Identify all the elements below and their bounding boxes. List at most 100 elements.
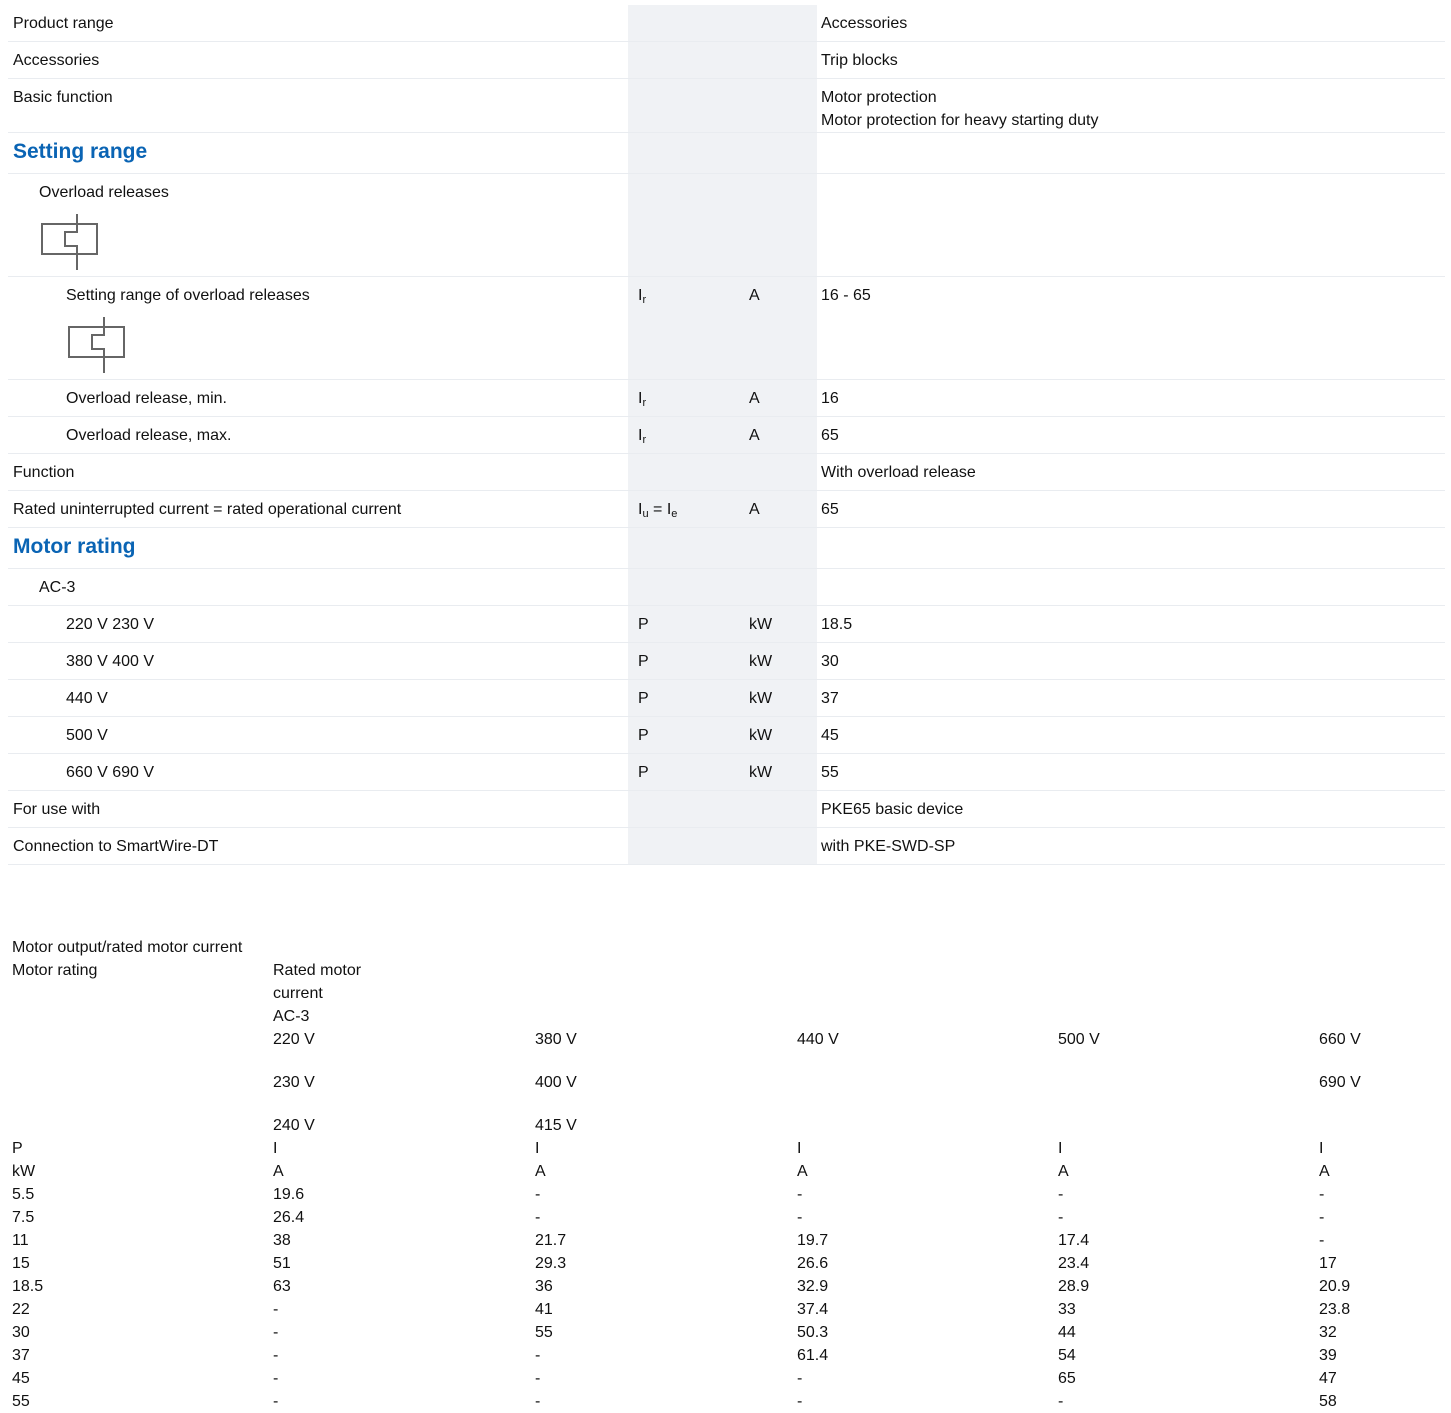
voltage-header: 400 V — [535, 1074, 577, 1091]
spec-row-product-range: Product range Accessories — [8, 5, 1445, 42]
table-cell: 7.5 — [12, 1209, 35, 1226]
spec-value: 30 — [817, 642, 1445, 680]
spec-row-rating: 220 V 230 V P kW 18.5 — [8, 605, 1445, 643]
spec-label: Setting range of overload releases — [8, 276, 628, 380]
table-cell: 50.3 — [797, 1324, 829, 1341]
spec-unit: kW — [741, 753, 817, 791]
spec-symbol: Iu = Ie — [628, 490, 741, 528]
table-cell: 55 — [12, 1393, 30, 1410]
table-cell: - — [797, 1370, 803, 1387]
table-row: 7.5 26.4 - - - - — [12, 1206, 1444, 1229]
table-cell: 63 — [273, 1278, 291, 1295]
table-cell: 45 — [12, 1370, 30, 1387]
spec-symbol: P — [628, 679, 741, 717]
table-cell: 5.5 — [12, 1186, 35, 1203]
symbol-cell: I — [797, 1140, 802, 1157]
spec-label: AC-3 — [8, 568, 628, 606]
spec-row-function: Function With overload release — [8, 453, 1445, 491]
spec-label: 440 V — [8, 679, 628, 717]
motor-table-voltage-row: 230 V 400 V 690 V — [12, 1071, 1444, 1094]
symbol-cell: I — [535, 1140, 540, 1157]
table-cell: 11 — [12, 1232, 29, 1249]
table-cell: - — [273, 1347, 279, 1364]
table-row: 15 51 29.3 26.6 23.4 17 — [12, 1252, 1444, 1275]
spec-value-line: Motor protection — [821, 89, 937, 106]
spec-value: 65 — [817, 490, 1445, 528]
unit-cell: A — [535, 1163, 546, 1180]
spec-unit: A — [741, 490, 817, 528]
table-cell: 28.9 — [1058, 1278, 1090, 1295]
table-cell: - — [535, 1209, 541, 1226]
table-cell: 65 — [1058, 1370, 1076, 1387]
spec-value: 45 — [817, 716, 1445, 754]
spec-row-rating: 380 V 400 V P kW 30 — [8, 642, 1445, 680]
table-cell: - — [535, 1347, 541, 1364]
table-row: 37 - - 61.4 54 39 — [12, 1344, 1444, 1367]
table-cell: 17.4 — [1058, 1232, 1090, 1249]
spec-value: 18.5 — [817, 605, 1445, 643]
table-cell: 22 — [12, 1301, 30, 1318]
table-cell: 37.4 — [797, 1301, 829, 1318]
symbol-cell: I — [1319, 1140, 1324, 1157]
table-cell: - — [535, 1370, 541, 1387]
spec-value: 65 — [817, 416, 1445, 454]
table-cell: 15 — [12, 1255, 30, 1272]
table-row: 22 - 41 37.4 33 23.8 — [12, 1298, 1444, 1321]
spec-row-accessories: Accessories Trip blocks — [8, 41, 1445, 79]
spec-value: With overload release — [817, 453, 1445, 491]
spec-unit: A — [741, 379, 817, 417]
spec-value: PKE65 basic device — [817, 790, 1445, 828]
table-cell: 23.4 — [1058, 1255, 1090, 1272]
table-row: 11 38 21.7 19.7 17.4 - — [12, 1229, 1444, 1252]
table-cell: 18.5 — [12, 1278, 44, 1295]
table-row: 30 - 55 50.3 44 32 — [12, 1321, 1444, 1344]
spec-row-ac3: AC-3 — [8, 568, 1445, 606]
spec-unit: kW — [741, 716, 817, 754]
table-cell: 30 — [12, 1324, 30, 1341]
spec-label: Basic function — [8, 78, 628, 133]
motor-table-header-row: current — [12, 982, 1444, 1005]
spec-unit: A — [741, 276, 817, 380]
table-cell: 26.4 — [273, 1209, 305, 1226]
section-setting-range: Setting range — [8, 132, 1445, 174]
voltage-header: 415 V — [535, 1117, 577, 1134]
spec-unit: kW — [741, 679, 817, 717]
spec-value: Trip blocks — [817, 41, 1445, 79]
symbol-cell: P — [12, 1140, 23, 1157]
table-cell: 47 — [1319, 1370, 1337, 1387]
table-cell: - — [797, 1209, 803, 1226]
motor-table-col1-header: Rated motor — [273, 962, 362, 979]
spec-label: Connection to SmartWire-DT — [8, 827, 628, 865]
table-row: 55 - - - - 58 — [12, 1390, 1444, 1413]
overload-release-symbol-icon — [68, 317, 125, 373]
motor-table-col0-header: Motor rating — [12, 962, 98, 979]
spec-value: with PKE-SWD-SP — [817, 827, 1445, 865]
motor-table-body: 5.5 19.6- - - -7.5 26.4- - - -11 38 21.7 19.7 17.4-1… — [12, 1183, 1444, 1413]
spec-label: Product range — [8, 5, 628, 42]
unit-cell: kW — [12, 1163, 36, 1180]
spec-symbol: P — [628, 642, 741, 680]
table-cell: 51 — [273, 1255, 291, 1272]
motor-table-header-row: AC-3 — [12, 1005, 1444, 1028]
motor-table-title: Motor output/rated motor current — [12, 939, 243, 956]
table-cell: 19.6 — [273, 1186, 305, 1203]
table-row: 45 - - - 65 47 — [12, 1367, 1444, 1390]
table-cell: 44 — [1058, 1324, 1076, 1341]
table-cell: 41 — [535, 1301, 553, 1318]
table-cell: 55 — [535, 1324, 553, 1341]
table-cell: 33 — [1058, 1301, 1076, 1318]
motor-table-symbol-row: P I I I I I — [12, 1137, 1444, 1160]
motor-table-voltage-row: 240 V 415 V — [12, 1114, 1444, 1137]
spec-symbol: Ir — [628, 416, 741, 454]
table-cell: 54 — [1058, 1347, 1076, 1364]
spec-table: Product range Accessories Accessories Tr… — [8, 5, 1445, 865]
voltage-header: 500 V — [1058, 1031, 1100, 1048]
spec-unit — [741, 5, 817, 42]
voltage-header: 440 V — [797, 1031, 839, 1048]
spec-symbol: P — [628, 716, 741, 754]
unit-cell: A — [1058, 1163, 1069, 1180]
spec-row-overload-min: Overload release, min. Ir A 16 — [8, 379, 1445, 417]
table-cell: - — [535, 1186, 541, 1203]
spec-row-rating: 500 V P kW 45 — [8, 716, 1445, 754]
motor-table-header-row: Motor rating Rated motor — [12, 959, 1444, 982]
